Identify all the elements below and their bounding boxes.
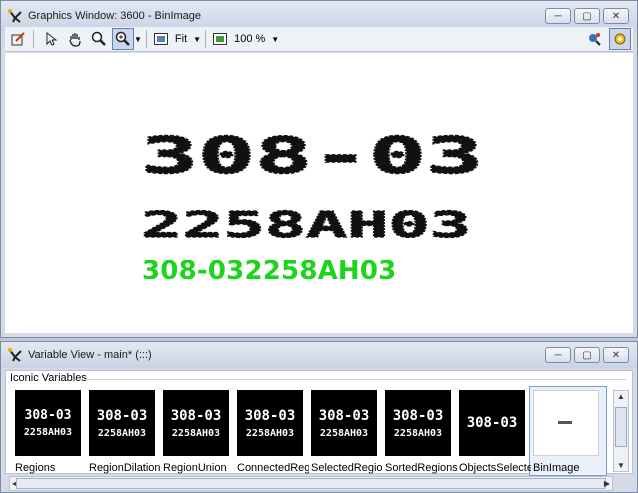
thumbnail-text: 308-03 bbox=[96, 407, 148, 424]
scroll-up-icon[interactable]: ▲ bbox=[617, 392, 625, 401]
thumbnail-text: 2258AH03 bbox=[393, 427, 443, 439]
list-item[interactable]: 308-03 2258AH03 RegionUnion bbox=[163, 390, 229, 474]
thumbnail: 308-03 2258AH03 bbox=[311, 390, 377, 456]
maximize-button[interactable]: ▢ bbox=[574, 347, 600, 363]
thumbnail-text: 308-03 bbox=[318, 407, 370, 424]
inspect-button[interactable] bbox=[583, 28, 605, 50]
variable-label: Regions bbox=[15, 462, 56, 474]
thumbnail bbox=[533, 390, 599, 456]
graphics-toolbar: ▼ Fit ▼ 100 % ▼ bbox=[5, 27, 633, 52]
pointer-button[interactable] bbox=[40, 28, 62, 50]
magnify-button[interactable] bbox=[112, 28, 134, 50]
minimize-button[interactable]: ─ bbox=[545, 347, 571, 363]
close-button[interactable]: ✕ bbox=[603, 8, 629, 24]
thumbnail-text: 2258AH03 bbox=[319, 427, 369, 439]
list-item[interactable]: 308-03 2258AH03 ConnectedRegions bbox=[237, 390, 309, 474]
zoom-button[interactable] bbox=[88, 28, 110, 50]
thumbnail: 308-03 2258AH03 bbox=[385, 390, 451, 456]
zoom-percent-dropdown[interactable]: 100 % ▼ bbox=[212, 31, 279, 47]
toolbar-separator bbox=[145, 30, 147, 48]
binary-image: 308-03 2258AH03 bbox=[140, 126, 484, 246]
variable-view-titlebar[interactable]: Variable View - main* (:::) ─ ▢ ✕ bbox=[1, 342, 637, 368]
list-item[interactable]: BinImage bbox=[533, 390, 599, 474]
variable-label: ObjectsSelected bbox=[459, 462, 531, 474]
toolbar-separator bbox=[33, 30, 34, 48]
variable-view-window: Variable View - main* (:::) ─ ▢ ✕ Iconic… bbox=[0, 341, 638, 493]
settings-icon bbox=[614, 33, 626, 45]
inspect-icon bbox=[589, 33, 601, 46]
graphics-canvas[interactable]: 308-03 2258AH03 308-032258AH03 bbox=[5, 53, 633, 333]
thumbnail: 308-03 2258AH03 bbox=[237, 390, 303, 456]
edit-button[interactable] bbox=[7, 28, 29, 50]
thumbnail-text: 2258AH03 bbox=[245, 427, 295, 439]
graphics-window: Graphics Window: 3600 - BinImage ─ ▢ ✕ ▼… bbox=[0, 0, 638, 338]
zoom-mode-dropdown[interactable]: Fit ▼ bbox=[153, 31, 201, 47]
list-item[interactable]: 308-03 2258AH03 SortedRegions bbox=[385, 390, 457, 474]
toolbar-separator bbox=[205, 30, 207, 48]
zoom-percent-icon bbox=[213, 33, 228, 45]
list-item[interactable]: 308-03 ObjectsSelected bbox=[459, 390, 531, 474]
thumbnail: 308-03 2258AH03 bbox=[15, 390, 81, 456]
maximize-icon: ▢ bbox=[582, 349, 592, 361]
pan-hand-icon bbox=[69, 33, 81, 47]
iconic-variables-list: 308-03 2258AH03 Regions 308-03 2258AH03 … bbox=[15, 390, 599, 474]
horizontal-scroll-thumb[interactable] bbox=[16, 478, 606, 489]
minimize-button[interactable]: ─ bbox=[545, 8, 571, 24]
fit-icon bbox=[153, 33, 168, 45]
thumbnail-text: 2258AH03 bbox=[23, 427, 73, 438]
close-icon: ✕ bbox=[611, 349, 621, 361]
thumbnail-text: 308-03 bbox=[466, 415, 518, 431]
chevron-down-icon: ▼ bbox=[271, 34, 280, 44]
zoom-icon bbox=[91, 31, 106, 46]
horizontal-scrollbar[interactable]: ◀ ▶ bbox=[9, 476, 613, 491]
vertical-scroll-thumb[interactable] bbox=[615, 407, 627, 447]
thumbnail-text: 308-03 bbox=[170, 407, 222, 424]
thumbnail-text: 308-03 bbox=[244, 407, 296, 424]
list-item[interactable]: 308-03 2258AH03 SelectedRegions bbox=[311, 390, 383, 474]
close-button[interactable]: ✕ bbox=[603, 347, 629, 363]
thumbnail: 308-03 2258AH03 bbox=[89, 390, 155, 456]
magnify-icon bbox=[115, 31, 130, 46]
variable-label: ConnectedRegions bbox=[237, 462, 309, 474]
magnify-dropdown-arrow[interactable]: ▼ bbox=[134, 35, 142, 44]
list-item[interactable]: 308-03 2258AH03 RegionDilation bbox=[89, 390, 161, 474]
variable-label: SortedRegions bbox=[385, 462, 457, 474]
variable-label: RegionUnion bbox=[163, 462, 227, 474]
maximize-button[interactable]: ▢ bbox=[574, 8, 600, 24]
image-text-line1: 308-03 bbox=[141, 127, 483, 185]
section-divider bbox=[84, 379, 626, 380]
zoom-mode-value: Fit bbox=[174, 33, 188, 45]
pan-button[interactable] bbox=[64, 28, 86, 50]
minimize-icon: ─ bbox=[554, 10, 562, 22]
maximize-icon: ▢ bbox=[582, 10, 592, 22]
zoom-percent-value: 100 % bbox=[234, 33, 266, 45]
thumbnail-text: 308-03 bbox=[24, 408, 72, 423]
thumbnail: 308-03 bbox=[459, 390, 525, 456]
halcon-app-icon bbox=[7, 347, 23, 363]
edit-icon bbox=[11, 32, 25, 46]
list-item[interactable]: 308-03 2258AH03 Regions bbox=[15, 390, 81, 474]
settings-button[interactable] bbox=[609, 28, 631, 50]
scroll-right-icon[interactable]: ▶ bbox=[604, 479, 610, 488]
image-text-line2: 2258AH03 bbox=[141, 205, 471, 246]
thumbnail-text: 308-03 bbox=[392, 407, 444, 424]
variable-view-title: Variable View - main* (:::) bbox=[28, 349, 152, 361]
chevron-down-icon: ▼ bbox=[193, 34, 202, 44]
ocr-result-text: 308-032258AH03 bbox=[142, 256, 397, 286]
close-icon: ✕ bbox=[611, 10, 621, 22]
pointer-icon bbox=[46, 31, 58, 46]
graphics-window-title: Graphics Window: 3600 - BinImage bbox=[28, 10, 202, 22]
vertical-scrollbar[interactable]: ▲ ▼ bbox=[613, 390, 629, 472]
thumbnail-mark bbox=[558, 421, 572, 424]
thumbnail-text: 2258AH03 bbox=[171, 427, 221, 439]
variable-label: SelectedRegions bbox=[311, 462, 383, 474]
variable-label: RegionDilation bbox=[89, 462, 161, 474]
thumbnail-text: 2258AH03 bbox=[97, 427, 147, 439]
section-label: Iconic Variables bbox=[10, 372, 87, 384]
scroll-down-icon[interactable]: ▼ bbox=[617, 461, 625, 470]
thumbnail: 308-03 2258AH03 bbox=[163, 390, 229, 456]
minimize-icon: ─ bbox=[554, 349, 562, 361]
variable-label: BinImage bbox=[533, 462, 580, 474]
halcon-app-icon bbox=[7, 8, 23, 24]
